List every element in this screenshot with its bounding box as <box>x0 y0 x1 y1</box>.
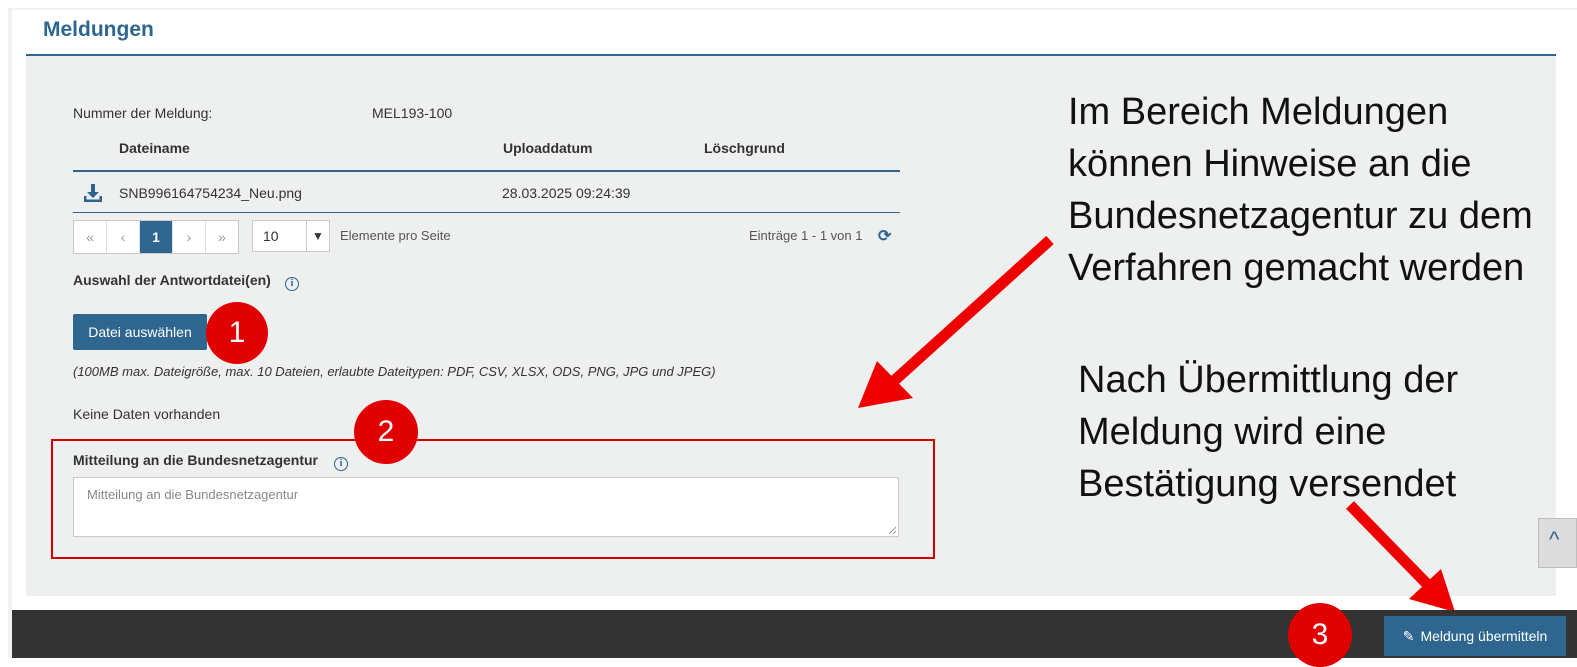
page-size-value: 10 <box>263 228 279 244</box>
table-row-divider <box>73 212 900 213</box>
step-marker-2: 2 <box>354 400 418 464</box>
info-icon[interactable]: i <box>334 453 348 471</box>
pager-page-1[interactable]: 1 <box>140 221 173 253</box>
submit-report-button[interactable]: ✎ Meldung übermitteln <box>1384 616 1566 656</box>
pager-first-button[interactable]: « <box>74 221 107 253</box>
report-number-value: MEL193-100 <box>372 105 453 121</box>
pager-prev-button[interactable]: ‹ <box>107 221 140 253</box>
info-icon[interactable]: i <box>285 273 299 291</box>
table-cell-uploaddate: 28.03.2025 09:24:39 <box>502 185 631 201</box>
download-icon[interactable] <box>82 182 104 204</box>
report-number-label: Nummer der Meldung: <box>73 105 213 121</box>
no-data-text: Keine Daten vorhanden <box>73 406 221 422</box>
scroll-top-button[interactable]: ^ <box>1538 518 1577 568</box>
column-header-filename[interactable]: Dateiname <box>119 140 190 156</box>
annotation-text-1: Im Bereich Meldungen können Hinweise an … <box>1068 91 1533 289</box>
pager-last-button[interactable]: » <box>206 221 238 253</box>
message-textarea[interactable]: Mitteilung an die Bundesnetzagentur <box>73 477 899 537</box>
refresh-icon[interactable]: ⟳ <box>878 226 891 246</box>
upload-hint: (100MB max. Dateigröße, max. 10 Dateien,… <box>73 364 716 379</box>
choose-file-button[interactable]: Datei auswählen <box>73 314 207 350</box>
pagination: « ‹ 1 › » <box>73 220 239 254</box>
table-header-divider <box>73 170 900 172</box>
column-header-reason[interactable]: Löschgrund <box>704 140 785 156</box>
message-placeholder: Mitteilung an die Bundesnetzagentur <box>87 487 299 502</box>
chevron-up-icon: ^ <box>1549 527 1560 552</box>
step-marker-3: 3 <box>1288 603 1352 667</box>
edit-icon: ✎ <box>1402 628 1415 644</box>
annotation-text-2: Nach Übermittlung der Meldung wird eine … <box>1078 359 1459 505</box>
step-marker-1: 1 <box>206 302 268 364</box>
entries-summary: Einträge 1 - 1 von 1 <box>749 228 863 243</box>
upload-label: Auswahl der Antwortdatei(en) <box>73 272 271 288</box>
pager-next-button[interactable]: › <box>173 221 206 253</box>
caret-down-icon[interactable]: ▼ <box>306 221 329 251</box>
table-cell-filename: SNB996164754234_Neu.png <box>119 185 302 201</box>
per-page-label: Elemente pro Seite <box>340 228 451 243</box>
submit-label: Meldung übermitteln <box>1420 628 1548 644</box>
panel-title: Meldungen <box>43 18 154 41</box>
resize-grip-icon[interactable] <box>887 525 897 535</box>
message-label: Mitteilung an die Bundesnetzagentur <box>73 452 319 468</box>
column-header-uploaddate[interactable]: Uploaddatum <box>503 140 592 156</box>
page-size-select[interactable]: 10 ▼ <box>252 220 330 252</box>
